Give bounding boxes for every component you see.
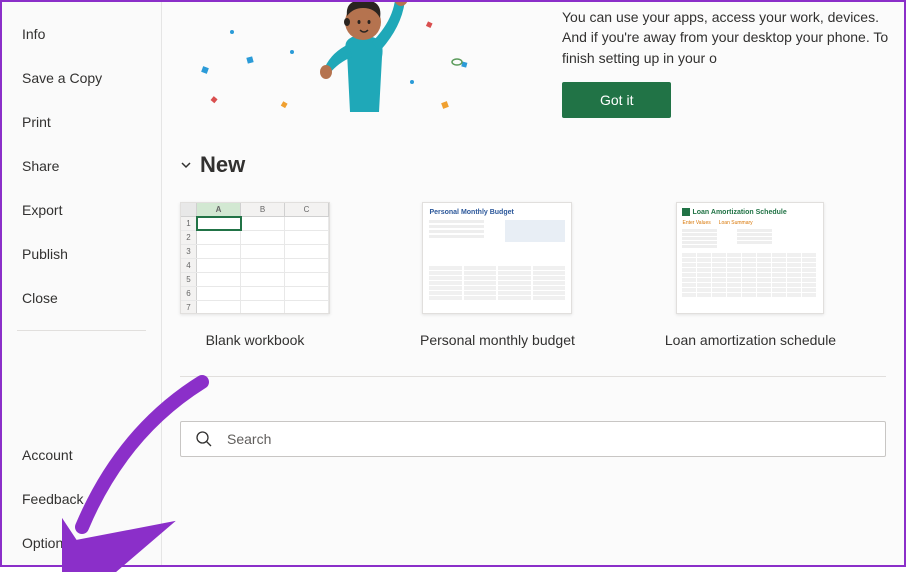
sidebar-item-save-a-copy[interactable]: Save a Copy [2,56,161,100]
search-container [162,377,904,457]
sidebar-item-publish[interactable]: Publish [2,232,161,276]
sidebar-item-account[interactable]: Account [2,433,161,477]
template-label: Blank workbook [206,332,305,348]
search-box[interactable] [180,421,886,457]
sidebar-item-options[interactable]: Options [2,521,161,565]
sidebar-item-print[interactable]: Print [2,100,161,144]
template-label: Personal monthly budget [420,332,575,348]
sidebar-item-feedback[interactable]: Feedback [2,477,161,521]
sidebar-item-close[interactable]: Close [2,276,161,320]
template-thumb: Personal Monthly Budget [422,202,572,314]
chevron-down-icon [180,159,192,171]
banner-illustration [162,2,562,122]
welcome-banner: You can use your apps, access your work,… [162,2,904,152]
template-label: Loan amortization schedule [665,332,836,348]
sidebar-divider [17,330,146,331]
got-it-button[interactable]: Got it [562,82,671,118]
sidebar-item-export[interactable]: Export [2,188,161,232]
section-title: New [200,152,245,178]
new-section: New A B C 1 2 [162,152,904,348]
template-loan-amortization[interactable]: Loan Amortization Schedule Enter ValuesL… [665,202,836,348]
sidebar: Info Save a Copy Print Share Export Publ… [2,2,162,565]
main-content: You can use your apps, access your work,… [162,2,904,565]
sidebar-item-info[interactable]: Info [2,12,161,56]
new-section-header[interactable]: New [180,152,886,178]
template-thumb: A B C 1 2 3 4 5 6 7 [180,202,330,314]
template-blank-workbook[interactable]: A B C 1 2 3 4 5 6 7 B [180,202,330,348]
banner-text: You can use your apps, access your work,… [562,7,894,68]
template-personal-monthly-budget[interactable]: Personal Monthly Budget [420,202,575,348]
search-icon [195,430,213,448]
search-input[interactable] [227,431,871,447]
sidebar-item-share[interactable]: Share [2,144,161,188]
template-list: A B C 1 2 3 4 5 6 7 B [180,202,886,348]
template-thumb: Loan Amortization Schedule Enter ValuesL… [676,202,824,314]
